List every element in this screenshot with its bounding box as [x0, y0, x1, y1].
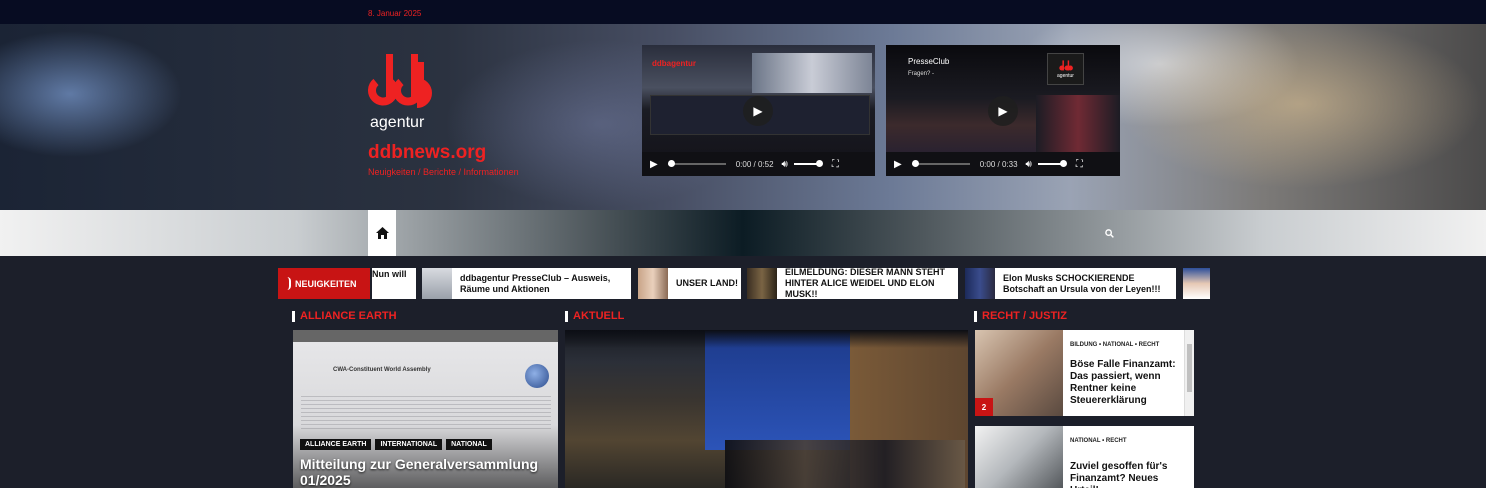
- ticker-item-text: EILMELDUNG: DIESER MANN STEHT HINTER ALI…: [785, 267, 946, 299]
- site-tagline: Neuigkeiten / Berichte / Informationen: [368, 167, 519, 177]
- ticker-bracket-icon: [287, 277, 291, 290]
- video-controls-2: ▶ 0:00 / 0:33 🔊︎ ⛶: [886, 152, 1120, 176]
- volume-icon[interactable]: 🔊︎: [782, 159, 788, 170]
- ticker-item-text: UNSER LAND!: [676, 278, 738, 288]
- section-title-aktuell[interactable]: AKTUELL: [565, 310, 624, 322]
- side-article[interactable]: 2 BILDUNG • NATIONAL • RECHT Böse Falle …: [975, 330, 1194, 416]
- article-rank-badge: 2: [975, 398, 993, 416]
- ddb-small-logo-icon: [1058, 59, 1073, 70]
- featured-article-aktuell[interactable]: [565, 330, 968, 488]
- volume-slider[interactable]: [1037, 160, 1067, 167]
- seek-bar[interactable]: [911, 160, 970, 167]
- play-small-icon[interactable]: ▶: [650, 159, 658, 170]
- seek-bar[interactable]: [667, 160, 726, 167]
- article-categories[interactable]: BILDUNG • NATIONAL • RECHT: [1070, 341, 1159, 349]
- ticker-thumbnail: [1183, 268, 1210, 299]
- ticker-item-text: Elon Musks SCHOCKIERENDE Botschaft an Ur…: [1003, 272, 1161, 294]
- microphone-image: [752, 53, 872, 93]
- conference-people-image: [725, 440, 965, 488]
- ticker-item[interactable]: [1183, 268, 1210, 299]
- main-navigation: [0, 210, 1486, 256]
- scrollbar[interactable]: [1184, 330, 1194, 416]
- ticker-item[interactable]: Elon Musks SCHOCKIERENDE Botschaft an Ur…: [965, 268, 1176, 299]
- ticker-thumbnail: [638, 268, 668, 299]
- ddb-logo-icon: [368, 54, 432, 108]
- fullscreen-icon[interactable]: ⛶: [832, 159, 839, 170]
- video-logo-badge: agentur: [1047, 53, 1084, 85]
- volume-icon[interactable]: 🔊︎: [1026, 159, 1032, 170]
- play-button-icon[interactable]: ▶: [743, 96, 773, 126]
- ceiling-lights-image: [565, 330, 968, 348]
- document-heading: CWA-Constituent World Assembly: [333, 367, 431, 373]
- home-icon: [375, 227, 389, 239]
- category-badge[interactable]: NATIONAL: [446, 439, 492, 450]
- ticker-thumbnail: [422, 268, 452, 299]
- play-small-icon[interactable]: ▶: [894, 159, 902, 170]
- document-header-strip: [293, 330, 558, 342]
- video-controls-1: ▶ 0:00 / 0:52 🔊︎ ⛶: [642, 152, 875, 176]
- article-categories[interactable]: NATIONAL • RECHT: [1070, 437, 1127, 445]
- current-date: 8. Januar 2025: [368, 9, 422, 18]
- fullscreen-icon[interactable]: ⛶: [1076, 159, 1083, 170]
- ticker-item[interactable]: ddbagentur PresseClub – Ausweis, Räume u…: [422, 268, 631, 299]
- ticker-item[interactable]: EILMELDUNG: DIESER MANN STEHT HINTER ALI…: [747, 267, 958, 299]
- video-heading-2: PresseClub: [908, 57, 950, 66]
- video-badge-text: agentur: [1057, 72, 1074, 79]
- page: 8. Januar 2025 agentur ddbnews.org Neuig…: [0, 0, 1486, 488]
- site-name[interactable]: ddbnews.org: [368, 142, 486, 164]
- video-heading-1: ddbagentur: [652, 59, 696, 68]
- logo-text: agentur: [370, 114, 425, 131]
- category-badges: ALLIANCE EARTH INTERNATIONAL NATIONAL: [300, 439, 492, 450]
- ticker-item[interactable]: Nun will: [372, 268, 416, 299]
- ticker-thumbnail: [747, 268, 777, 299]
- section-title-alliance-earth[interactable]: ALLIANCE EARTH: [292, 310, 397, 322]
- site-header: agentur ddbnews.org Neuigkeiten / Berich…: [0, 24, 1486, 210]
- ticker-label-text: NEUIGKEITEN: [295, 278, 357, 289]
- section-title-recht-justiz[interactable]: RECHT / JUSTIZ: [974, 310, 1067, 322]
- globe-icon: [525, 364, 549, 388]
- video-player-1[interactable]: ddbagentur ▶ ▶ 0:00 / 0:52 🔊︎ ⛶: [642, 45, 875, 176]
- article-headline[interactable]: Mitteilung zur Generalversammlung 01/202…: [300, 456, 550, 488]
- conference-backdrop-image: [705, 330, 850, 450]
- article-title[interactable]: Böse Falle Finanzamt: Das passiert, wenn…: [1070, 359, 1185, 407]
- video-time: 0:00 / 0:33: [979, 159, 1018, 169]
- search-icon: [1104, 228, 1114, 238]
- video-scene-image: [1036, 95, 1120, 152]
- video-subline-2: Fragen? -: [908, 71, 935, 77]
- home-icon[interactable]: [368, 210, 396, 256]
- video-time: 0:00 / 0:52: [735, 159, 774, 169]
- ticker-item[interactable]: UNSER LAND!: [638, 268, 741, 299]
- side-article[interactable]: NATIONAL • RECHT Zuviel gesoffen für's F…: [975, 426, 1194, 488]
- volume-slider[interactable]: [793, 160, 823, 167]
- video-player-2[interactable]: PresseClub Fragen? - agentur ▶ ▶ 0:00 / …: [886, 45, 1120, 176]
- search-icon[interactable]: [1102, 226, 1116, 240]
- ticker-label: NEUIGKEITEN: [278, 268, 370, 299]
- ticker-item-text: Nun will: [372, 269, 407, 279]
- play-button-icon[interactable]: ▶: [988, 96, 1018, 126]
- article-thumbnail: [975, 426, 1063, 488]
- category-badge[interactable]: ALLIANCE EARTH: [300, 439, 372, 450]
- featured-article-alliance-earth[interactable]: CWA-Constituent World Assembly ALLIANCE …: [293, 330, 558, 488]
- ticker-thumbnail: [965, 268, 995, 299]
- article-title[interactable]: Zuviel gesoffen für's Finanzamt? Neues U…: [1070, 461, 1185, 488]
- top-bar: 8. Januar 2025: [0, 0, 1486, 24]
- site-logo[interactable]: agentur: [368, 52, 438, 132]
- category-badge[interactable]: INTERNATIONAL: [375, 439, 443, 450]
- ticker-item-text: ddbagentur PresseClub – Ausweis, Räume u…: [460, 272, 611, 294]
